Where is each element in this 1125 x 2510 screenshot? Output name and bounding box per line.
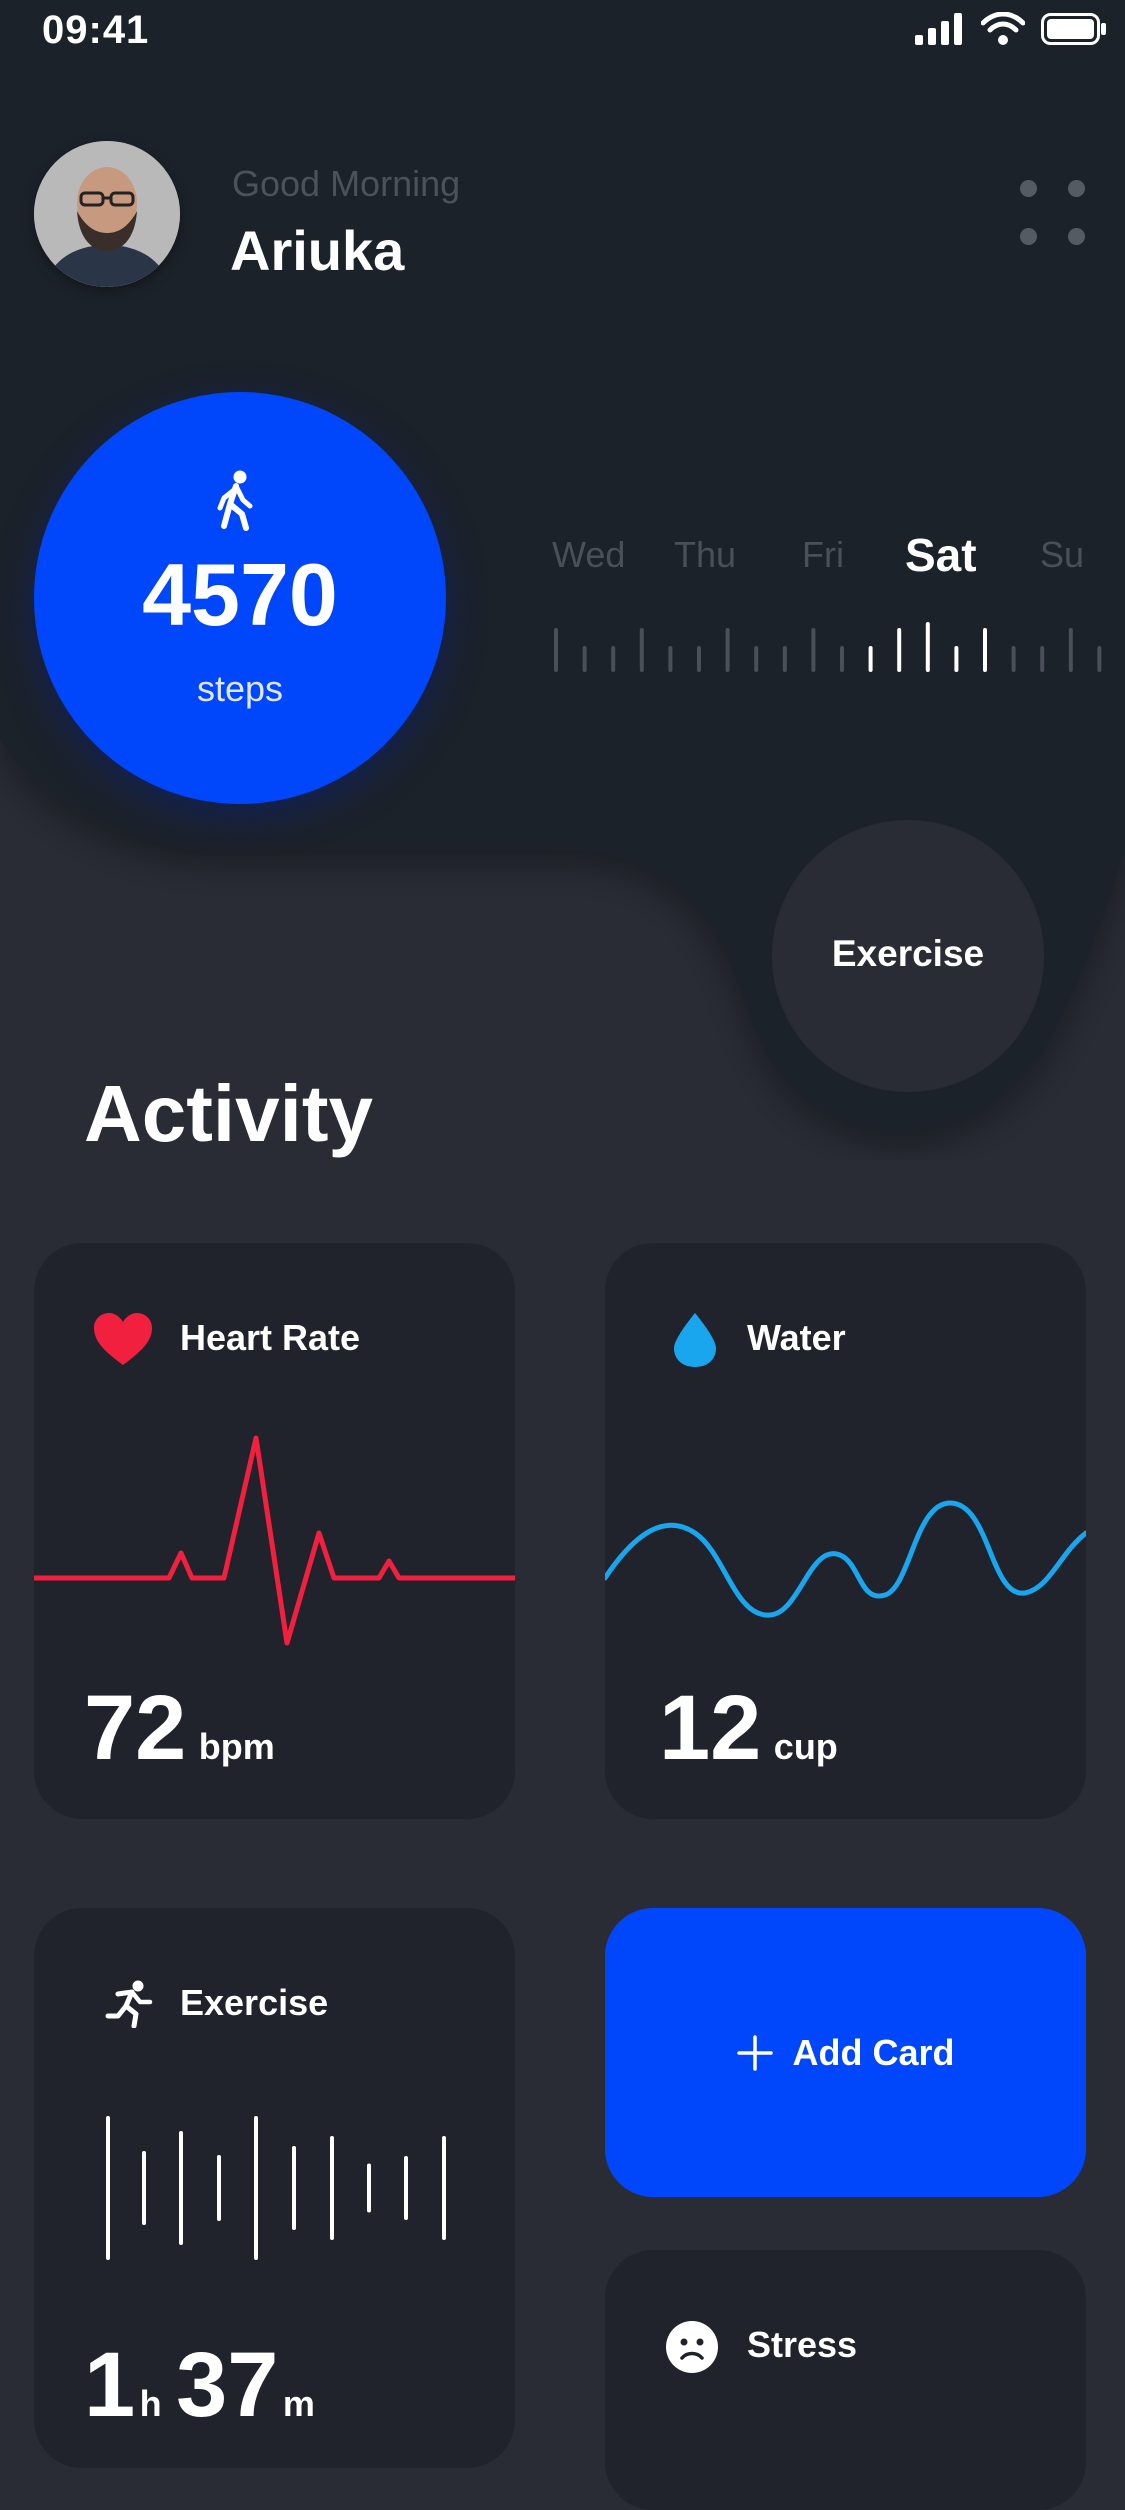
running-icon	[105, 1980, 153, 2028]
avatar-image	[34, 141, 180, 287]
water-unit: cup	[773, 1726, 838, 1767]
steps-counter[interactable]: 4570 steps	[34, 392, 446, 804]
sad-face-icon	[666, 2321, 718, 2373]
exercise-circle-label: Exercise	[831, 933, 985, 974]
heart-rate-reading: 72 bpm	[84, 1676, 275, 1781]
stress-title: Stress	[747, 2324, 858, 2365]
status-time: 09:41	[42, 8, 150, 52]
battery-icon	[1041, 13, 1106, 45]
exercise-hours: 1	[84, 2334, 136, 2436]
day-thu[interactable]: Thu	[674, 534, 736, 576]
user-name: Ariuka	[230, 219, 405, 282]
add-card-label: Add Card	[792, 2031, 955, 2073]
exercise-circle-button[interactable]: Exercise	[772, 820, 1044, 1092]
heart-rate-title: Heart Rate	[180, 1317, 361, 1358]
day-sat[interactable]: Sat	[905, 528, 977, 582]
exercise-minutes-unit: m	[282, 2383, 315, 2424]
exercise-card[interactable]: Exercise 1 h 37 m	[34, 1908, 515, 2468]
activity-title: Activity	[84, 1069, 373, 1158]
exercise-card-title: Exercise	[180, 1982, 329, 2023]
day-selector[interactable]: Wed Thu Fri Sat Su	[550, 529, 1125, 594]
steps-value: 4570	[142, 545, 338, 644]
signal-icon	[915, 13, 962, 45]
stress-card[interactable]: Stress	[605, 2250, 1086, 2510]
heart-icon	[94, 1313, 152, 1365]
heart-rate-value: 72	[84, 1677, 187, 1779]
day-fri[interactable]: Fri	[802, 534, 844, 576]
day-tick-scale	[554, 622, 1102, 672]
plus-icon	[736, 2034, 773, 2071]
add-card-button[interactable]: Add Card	[605, 1908, 1086, 2197]
exercise-minutes: 37	[176, 2334, 279, 2436]
menu-dots-icon[interactable]	[1012, 176, 1088, 252]
exercise-hours-unit: h	[139, 2383, 162, 2424]
status-icons	[915, 12, 1107, 46]
heart-rate-graph	[34, 1435, 515, 1646]
heart-rate-card[interactable]: Heart Rate 72 bpm	[34, 1243, 515, 1819]
water-graph	[605, 1500, 1086, 1618]
exercise-bars	[106, 2116, 446, 2260]
greeting-text: Good Morning	[232, 163, 461, 204]
wifi-icon	[981, 12, 1025, 45]
exercise-duration: 1 h 37 m	[84, 2333, 315, 2438]
day-sun[interactable]: Su	[1040, 534, 1084, 576]
water-title: Water	[747, 1317, 846, 1358]
walking-icon	[217, 470, 253, 531]
water-card[interactable]: Water 12 cup	[605, 1243, 1086, 1819]
water-reading: 12 cup	[659, 1676, 838, 1781]
heart-rate-unit: bpm	[198, 1726, 275, 1767]
steps-label: steps	[196, 668, 284, 709]
day-wed[interactable]: Wed	[552, 534, 625, 576]
water-value: 12	[659, 1677, 762, 1779]
water-drop-icon	[674, 1313, 716, 1367]
avatar[interactable]	[34, 141, 180, 287]
